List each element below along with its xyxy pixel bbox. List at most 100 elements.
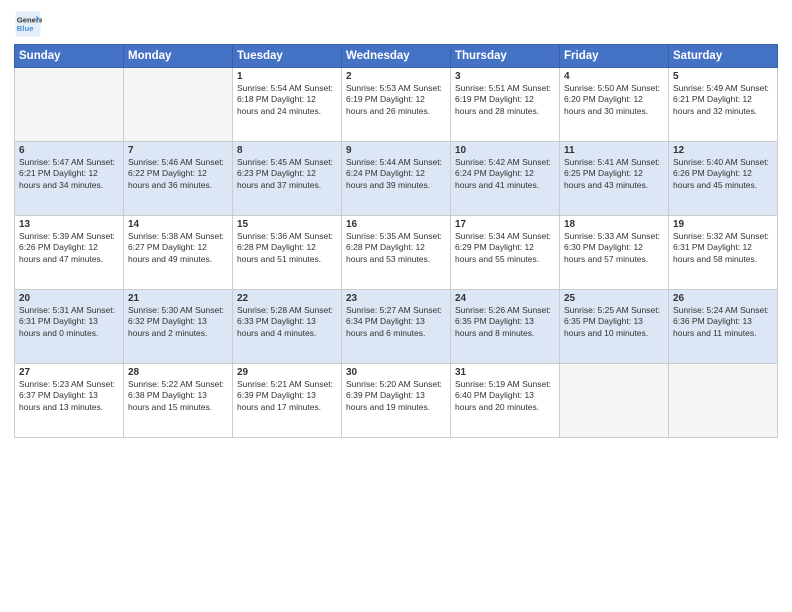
weekday-header-cell: Sunday xyxy=(15,45,124,68)
day-info: Sunrise: 5:31 AM Sunset: 6:31 PM Dayligh… xyxy=(19,305,119,339)
day-number: 30 xyxy=(346,367,446,378)
day-number: 10 xyxy=(455,145,555,156)
calendar-day-cell: 18Sunrise: 5:33 AM Sunset: 6:30 PM Dayli… xyxy=(560,216,669,290)
weekday-header-row: SundayMondayTuesdayWednesdayThursdayFrid… xyxy=(15,45,778,68)
calendar-day-cell xyxy=(560,364,669,438)
day-info: Sunrise: 5:36 AM Sunset: 6:28 PM Dayligh… xyxy=(237,231,337,265)
day-info: Sunrise: 5:46 AM Sunset: 6:22 PM Dayligh… xyxy=(128,157,228,191)
weekday-header-cell: Wednesday xyxy=(342,45,451,68)
day-info: Sunrise: 5:53 AM Sunset: 6:19 PM Dayligh… xyxy=(346,83,446,117)
day-info: Sunrise: 5:21 AM Sunset: 6:39 PM Dayligh… xyxy=(237,379,337,413)
calendar-week-row: 20Sunrise: 5:31 AM Sunset: 6:31 PM Dayli… xyxy=(15,290,778,364)
calendar-week-row: 1Sunrise: 5:54 AM Sunset: 6:18 PM Daylig… xyxy=(15,68,778,142)
day-number: 28 xyxy=(128,367,228,378)
calendar-day-cell: 7Sunrise: 5:46 AM Sunset: 6:22 PM Daylig… xyxy=(124,142,233,216)
day-number: 18 xyxy=(564,219,664,230)
day-number: 11 xyxy=(564,145,664,156)
day-number: 27 xyxy=(19,367,119,378)
day-info: Sunrise: 5:45 AM Sunset: 6:23 PM Dayligh… xyxy=(237,157,337,191)
day-info: Sunrise: 5:39 AM Sunset: 6:26 PM Dayligh… xyxy=(19,231,119,265)
day-info: Sunrise: 5:26 AM Sunset: 6:35 PM Dayligh… xyxy=(455,305,555,339)
day-info: Sunrise: 5:44 AM Sunset: 6:24 PM Dayligh… xyxy=(346,157,446,191)
day-number: 26 xyxy=(673,293,773,304)
day-number: 20 xyxy=(19,293,119,304)
day-info: Sunrise: 5:49 AM Sunset: 6:21 PM Dayligh… xyxy=(673,83,773,117)
calendar-day-cell: 14Sunrise: 5:38 AM Sunset: 6:27 PM Dayli… xyxy=(124,216,233,290)
calendar-day-cell: 29Sunrise: 5:21 AM Sunset: 6:39 PM Dayli… xyxy=(233,364,342,438)
day-info: Sunrise: 5:24 AM Sunset: 6:36 PM Dayligh… xyxy=(673,305,773,339)
day-number: 21 xyxy=(128,293,228,304)
weekday-header-cell: Monday xyxy=(124,45,233,68)
calendar-day-cell: 1Sunrise: 5:54 AM Sunset: 6:18 PM Daylig… xyxy=(233,68,342,142)
calendar-day-cell: 26Sunrise: 5:24 AM Sunset: 6:36 PM Dayli… xyxy=(669,290,778,364)
calendar-day-cell: 3Sunrise: 5:51 AM Sunset: 6:19 PM Daylig… xyxy=(451,68,560,142)
day-number: 9 xyxy=(346,145,446,156)
day-number: 7 xyxy=(128,145,228,156)
svg-text:General: General xyxy=(17,16,42,25)
calendar-day-cell: 9Sunrise: 5:44 AM Sunset: 6:24 PM Daylig… xyxy=(342,142,451,216)
day-info: Sunrise: 5:20 AM Sunset: 6:39 PM Dayligh… xyxy=(346,379,446,413)
calendar-day-cell: 27Sunrise: 5:23 AM Sunset: 6:37 PM Dayli… xyxy=(15,364,124,438)
day-number: 22 xyxy=(237,293,337,304)
svg-text:Blue: Blue xyxy=(17,24,34,33)
day-info: Sunrise: 5:38 AM Sunset: 6:27 PM Dayligh… xyxy=(128,231,228,265)
day-info: Sunrise: 5:25 AM Sunset: 6:35 PM Dayligh… xyxy=(564,305,664,339)
calendar-day-cell: 13Sunrise: 5:39 AM Sunset: 6:26 PM Dayli… xyxy=(15,216,124,290)
calendar-week-row: 27Sunrise: 5:23 AM Sunset: 6:37 PM Dayli… xyxy=(15,364,778,438)
day-number: 1 xyxy=(237,71,337,82)
calendar-day-cell: 4Sunrise: 5:50 AM Sunset: 6:20 PM Daylig… xyxy=(560,68,669,142)
day-info: Sunrise: 5:22 AM Sunset: 6:38 PM Dayligh… xyxy=(128,379,228,413)
day-number: 14 xyxy=(128,219,228,230)
day-info: Sunrise: 5:50 AM Sunset: 6:20 PM Dayligh… xyxy=(564,83,664,117)
day-number: 5 xyxy=(673,71,773,82)
calendar-day-cell: 22Sunrise: 5:28 AM Sunset: 6:33 PM Dayli… xyxy=(233,290,342,364)
day-info: Sunrise: 5:23 AM Sunset: 6:37 PM Dayligh… xyxy=(19,379,119,413)
day-info: Sunrise: 5:28 AM Sunset: 6:33 PM Dayligh… xyxy=(237,305,337,339)
day-number: 24 xyxy=(455,293,555,304)
day-number: 29 xyxy=(237,367,337,378)
calendar-day-cell: 30Sunrise: 5:20 AM Sunset: 6:39 PM Dayli… xyxy=(342,364,451,438)
weekday-header-cell: Saturday xyxy=(669,45,778,68)
day-info: Sunrise: 5:34 AM Sunset: 6:29 PM Dayligh… xyxy=(455,231,555,265)
header: General Blue xyxy=(14,10,778,38)
calendar-day-cell: 23Sunrise: 5:27 AM Sunset: 6:34 PM Dayli… xyxy=(342,290,451,364)
day-number: 2 xyxy=(346,71,446,82)
calendar-week-row: 13Sunrise: 5:39 AM Sunset: 6:26 PM Dayli… xyxy=(15,216,778,290)
day-info: Sunrise: 5:42 AM Sunset: 6:24 PM Dayligh… xyxy=(455,157,555,191)
day-info: Sunrise: 5:32 AM Sunset: 6:31 PM Dayligh… xyxy=(673,231,773,265)
day-number: 19 xyxy=(673,219,773,230)
calendar-week-row: 6Sunrise: 5:47 AM Sunset: 6:21 PM Daylig… xyxy=(15,142,778,216)
calendar-day-cell: 17Sunrise: 5:34 AM Sunset: 6:29 PM Dayli… xyxy=(451,216,560,290)
day-info: Sunrise: 5:19 AM Sunset: 6:40 PM Dayligh… xyxy=(455,379,555,413)
calendar-day-cell: 31Sunrise: 5:19 AM Sunset: 6:40 PM Dayli… xyxy=(451,364,560,438)
day-info: Sunrise: 5:40 AM Sunset: 6:26 PM Dayligh… xyxy=(673,157,773,191)
day-info: Sunrise: 5:47 AM Sunset: 6:21 PM Dayligh… xyxy=(19,157,119,191)
day-number: 4 xyxy=(564,71,664,82)
day-info: Sunrise: 5:30 AM Sunset: 6:32 PM Dayligh… xyxy=(128,305,228,339)
day-info: Sunrise: 5:33 AM Sunset: 6:30 PM Dayligh… xyxy=(564,231,664,265)
day-number: 8 xyxy=(237,145,337,156)
calendar-day-cell: 19Sunrise: 5:32 AM Sunset: 6:31 PM Dayli… xyxy=(669,216,778,290)
calendar-day-cell xyxy=(15,68,124,142)
calendar-day-cell: 11Sunrise: 5:41 AM Sunset: 6:25 PM Dayli… xyxy=(560,142,669,216)
day-number: 31 xyxy=(455,367,555,378)
day-number: 17 xyxy=(455,219,555,230)
day-number: 13 xyxy=(19,219,119,230)
calendar-day-cell: 15Sunrise: 5:36 AM Sunset: 6:28 PM Dayli… xyxy=(233,216,342,290)
calendar-day-cell: 25Sunrise: 5:25 AM Sunset: 6:35 PM Dayli… xyxy=(560,290,669,364)
calendar-day-cell: 5Sunrise: 5:49 AM Sunset: 6:21 PM Daylig… xyxy=(669,68,778,142)
calendar-day-cell: 21Sunrise: 5:30 AM Sunset: 6:32 PM Dayli… xyxy=(124,290,233,364)
calendar-day-cell: 6Sunrise: 5:47 AM Sunset: 6:21 PM Daylig… xyxy=(15,142,124,216)
calendar-day-cell: 2Sunrise: 5:53 AM Sunset: 6:19 PM Daylig… xyxy=(342,68,451,142)
weekday-header-cell: Friday xyxy=(560,45,669,68)
day-info: Sunrise: 5:27 AM Sunset: 6:34 PM Dayligh… xyxy=(346,305,446,339)
calendar-day-cell: 28Sunrise: 5:22 AM Sunset: 6:38 PM Dayli… xyxy=(124,364,233,438)
day-number: 25 xyxy=(564,293,664,304)
day-number: 12 xyxy=(673,145,773,156)
calendar-day-cell xyxy=(124,68,233,142)
calendar-day-cell: 12Sunrise: 5:40 AM Sunset: 6:26 PM Dayli… xyxy=(669,142,778,216)
day-info: Sunrise: 5:35 AM Sunset: 6:28 PM Dayligh… xyxy=(346,231,446,265)
day-info: Sunrise: 5:51 AM Sunset: 6:19 PM Dayligh… xyxy=(455,83,555,117)
day-number: 23 xyxy=(346,293,446,304)
logo: General Blue xyxy=(14,10,46,38)
